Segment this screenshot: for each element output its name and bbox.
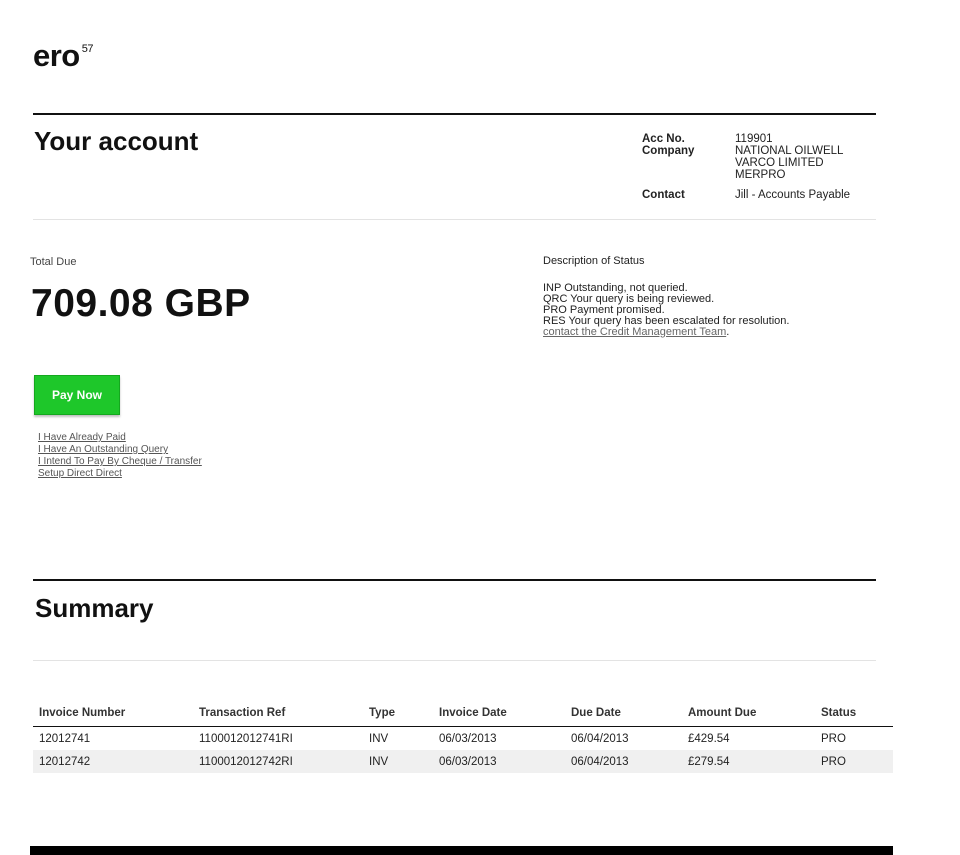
transaction-ref-cell: 1100012012742RI [193,750,363,773]
acc-no-value: 119901 [735,133,773,145]
amount-due-cell: £279.54 [682,750,815,773]
total-due-label: Total Due [30,256,77,268]
setup-direct-debit-link[interactable]: Setup Direct Direct [38,468,202,480]
account-title: Your account [34,126,199,156]
col-type: Type [363,700,433,727]
company-line: VARCO LIMITED [735,157,824,169]
transaction-ref-cell: 1100012012741RI [199,732,293,745]
invoice-number-cell: 12012742 [33,750,193,773]
contact-value: Jill - Accounts Payable [735,189,851,201]
company-line: NATIONAL OILWELL [735,145,844,157]
company-label: Company [642,145,695,157]
status-description: Description of Status INP Outstanding, n… [543,256,789,338]
col-status: Status [815,700,893,727]
due-date-cell: 06/04/2013 [571,732,629,745]
summary-bottom-rule [33,660,876,661]
col-invoice-number: Invoice Number [33,700,193,727]
pay-now-button[interactable]: Pay Now [34,375,120,415]
invoice-date-cell: 06/03/2013 [439,732,497,745]
col-invoice-date: Invoice Date [433,700,565,727]
already-paid-link[interactable]: I Have Already Paid [38,432,202,444]
status-description-heading: Description of Status [543,255,645,267]
company-line: MERPRO [735,169,786,181]
company-value: NATIONAL OILWELL VARCO LIMITED MERPRO [735,145,875,181]
status-cell: PRO [821,732,846,745]
outstanding-query-link[interactable]: I Have An Outstanding Query [38,444,202,456]
table-row: 12012742 1100012012742RI INV 06/03/2013 … [33,750,893,773]
footer-bar [30,846,893,855]
invoice-date-cell: 06/03/2013 [433,750,565,773]
col-amount-due: Amount Due [682,700,815,727]
due-date-cell: 06/04/2013 [565,750,682,773]
status-cell: PRO [815,750,893,773]
summary-title: Summary [35,593,154,623]
col-transaction-ref: Transaction Ref [193,700,363,727]
credit-team-link[interactable]: contact the Credit Management Team [543,326,726,338]
account-details: Acc No. 119901 Company NATIONAL OILWELL … [642,133,882,205]
table-header-row: Invoice Number Transaction Ref Type Invo… [33,700,893,727]
logo-superscript: 57 [81,43,94,55]
summary-top-rule [33,579,876,581]
brand-logo: ero 57 [33,38,94,73]
table-row: 12012741 1100012012741RI INV 06/03/2013 … [33,727,893,751]
invoice-number-cell: 12012741 [39,732,91,745]
link-suffix: . [726,326,730,338]
account-top-rule [33,113,876,115]
col-due-date: Due Date [565,700,682,727]
type-cell: INV [363,750,433,773]
logo-text: ero [33,38,80,73]
amount-due-cell: £429.54 [688,732,730,745]
pay-by-cheque-link[interactable]: I Intend To Pay By Cheque / Transfer [38,456,202,468]
type-cell: INV [369,732,389,745]
contact-label: Contact [642,189,685,201]
invoice-table: Invoice Number Transaction Ref Type Invo… [33,700,893,773]
acc-no-label: Acc No. [642,133,685,145]
total-due-amount: 709.08 GBP [31,282,251,325]
action-links: I Have Already Paid I Have An Outstandin… [38,432,202,480]
account-bottom-rule [33,219,876,220]
